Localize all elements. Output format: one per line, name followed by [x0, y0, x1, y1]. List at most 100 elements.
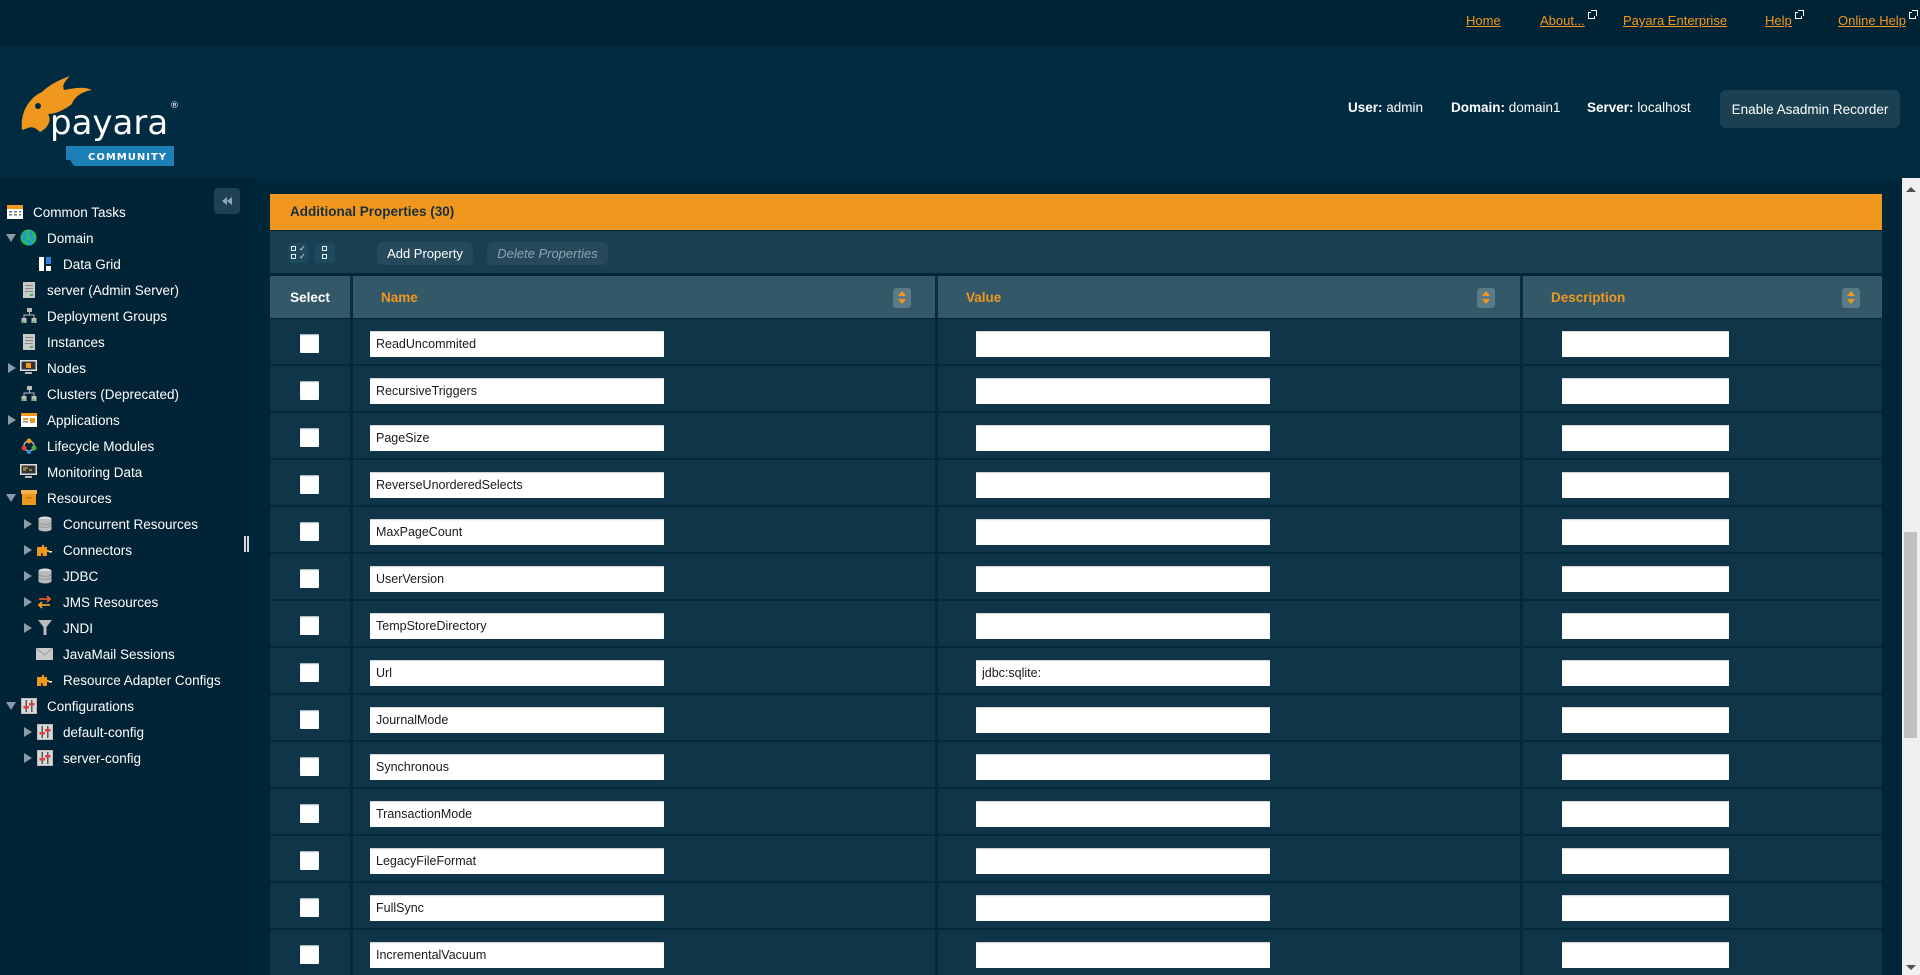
expand-triangle-right-icon[interactable]: [24, 597, 32, 607]
row-select-checkbox[interactable]: [300, 710, 319, 729]
sidebar-item-instances[interactable]: Instances: [0, 329, 250, 355]
sidebar-item-connectors[interactable]: Connectors: [0, 537, 250, 563]
property-value-input[interactable]: [976, 895, 1270, 921]
top-nav-link-home[interactable]: Home: [1466, 13, 1501, 28]
sidebar-item-domain[interactable]: Domain: [0, 225, 250, 251]
property-name-input[interactable]: [370, 707, 664, 733]
property-value-input[interactable]: [976, 942, 1270, 968]
property-description-input[interactable]: [1562, 519, 1729, 545]
scrollbar-thumb[interactable]: [1904, 532, 1917, 738]
property-description-input[interactable]: [1562, 895, 1729, 921]
property-value-input[interactable]: [976, 613, 1270, 639]
property-name-input[interactable]: [370, 613, 664, 639]
property-value-input[interactable]: [976, 331, 1270, 357]
page-scrollbar[interactable]: [1902, 178, 1920, 975]
top-nav-link-about[interactable]: About...: [1540, 13, 1585, 28]
property-description-input[interactable]: [1562, 472, 1729, 498]
sidebar-item-lifecycle-modules[interactable]: Lifecycle Modules: [0, 433, 250, 459]
top-nav-link-online-help[interactable]: Online Help: [1838, 13, 1906, 28]
enable-asadmin-recorder-button[interactable]: Enable Asadmin Recorder: [1720, 90, 1900, 128]
expand-triangle-right-icon[interactable]: [24, 727, 32, 737]
sidebar-item-monitoring-data[interactable]: Monitoring Data: [0, 459, 250, 485]
row-select-checkbox[interactable]: [300, 898, 319, 917]
row-select-checkbox[interactable]: [300, 428, 319, 447]
row-select-checkbox[interactable]: [300, 569, 319, 588]
property-name-input[interactable]: [370, 848, 664, 874]
property-value-input[interactable]: [976, 754, 1270, 780]
property-name-input[interactable]: [370, 425, 664, 451]
property-name-input[interactable]: [370, 331, 664, 357]
add-property-button[interactable]: Add Property: [377, 242, 473, 265]
property-name-input[interactable]: [370, 566, 664, 592]
property-name-input[interactable]: [370, 519, 664, 545]
sidebar-item-jms-resources[interactable]: JMS Resources: [0, 589, 250, 615]
property-value-input[interactable]: [976, 707, 1270, 733]
row-select-checkbox[interactable]: [300, 663, 319, 682]
row-select-checkbox[interactable]: [300, 616, 319, 635]
expand-triangle-down-icon[interactable]: [6, 494, 16, 502]
expand-triangle-right-icon[interactable]: [24, 753, 32, 763]
expand-triangle-down-icon[interactable]: [6, 234, 16, 242]
sidebar-item-server-config[interactable]: server-config: [0, 745, 250, 771]
delete-properties-button[interactable]: Delete Properties: [487, 242, 608, 265]
property-name-input[interactable]: [370, 801, 664, 827]
column-header-value[interactable]: Value: [938, 276, 1522, 318]
sort-name-button[interactable]: [893, 288, 911, 308]
expand-triangle-right-icon[interactable]: [24, 545, 32, 555]
property-description-input[interactable]: [1562, 566, 1729, 592]
sidebar-item-configurations[interactable]: Configurations: [0, 693, 250, 719]
sidebar-item-common-tasks[interactable]: Common Tasks: [0, 199, 250, 225]
property-description-input[interactable]: [1562, 613, 1729, 639]
expand-triangle-right-icon[interactable]: [8, 415, 16, 425]
top-nav-link-help[interactable]: Help: [1765, 13, 1792, 28]
payara-logo[interactable]: payara ® COMMUNITY: [18, 66, 188, 166]
sidebar-item-applications[interactable]: Applications: [0, 407, 250, 433]
property-name-input[interactable]: [370, 895, 664, 921]
sidebar-item-server-admin-server[interactable]: server (Admin Server): [0, 277, 250, 303]
property-value-input[interactable]: [976, 801, 1270, 827]
sort-value-button[interactable]: [1477, 288, 1495, 308]
property-value-input[interactable]: [976, 472, 1270, 498]
row-select-checkbox[interactable]: [300, 804, 319, 823]
property-description-input[interactable]: [1562, 848, 1729, 874]
expand-triangle-down-icon[interactable]: [6, 702, 16, 710]
column-header-name[interactable]: Name: [353, 276, 938, 318]
property-description-input[interactable]: [1562, 754, 1729, 780]
top-nav-link-payara-enterprise[interactable]: Payara Enterprise: [1623, 13, 1727, 28]
sidebar-item-javamail-sessions[interactable]: JavaMail Sessions: [0, 641, 250, 667]
property-name-input[interactable]: [370, 942, 664, 968]
property-value-input[interactable]: [976, 425, 1270, 451]
sidebar-item-data-grid[interactable]: Data Grid: [0, 251, 250, 277]
row-select-checkbox[interactable]: [300, 334, 319, 353]
property-name-input[interactable]: [370, 472, 664, 498]
expand-triangle-right-icon[interactable]: [24, 623, 32, 633]
property-description-input[interactable]: [1562, 378, 1729, 404]
property-description-input[interactable]: [1562, 942, 1729, 968]
property-description-input[interactable]: [1562, 425, 1729, 451]
property-value-input[interactable]: [976, 848, 1270, 874]
property-value-input[interactable]: [976, 519, 1270, 545]
sidebar-item-default-config[interactable]: default-config: [0, 719, 250, 745]
property-description-input[interactable]: [1562, 331, 1729, 357]
sidebar-item-resources[interactable]: Resources: [0, 485, 250, 511]
row-select-checkbox[interactable]: [300, 475, 319, 494]
sidebar-item-jndi[interactable]: JNDI: [0, 615, 250, 641]
scroll-down-arrow-icon[interactable]: [1906, 965, 1916, 970]
select-all-button[interactable]: ✓ ✓: [288, 243, 308, 263]
property-name-input[interactable]: [370, 378, 664, 404]
sidebar-item-resource-adapter-configs[interactable]: Resource Adapter Configs: [0, 667, 250, 693]
expand-triangle-right-icon[interactable]: [8, 363, 16, 373]
expand-triangle-right-icon[interactable]: [24, 519, 32, 529]
property-description-input[interactable]: [1562, 707, 1729, 733]
sidebar-item-concurrent-resources[interactable]: Concurrent Resources: [0, 511, 250, 537]
row-select-checkbox[interactable]: [300, 757, 319, 776]
property-name-input[interactable]: [370, 754, 664, 780]
property-name-input[interactable]: [370, 660, 664, 686]
row-select-checkbox[interactable]: [300, 381, 319, 400]
sidebar-item-nodes[interactable]: Nodes: [0, 355, 250, 381]
property-description-input[interactable]: [1562, 801, 1729, 827]
sidebar-item-deployment-groups[interactable]: Deployment Groups: [0, 303, 250, 329]
property-description-input[interactable]: [1562, 660, 1729, 686]
row-select-checkbox[interactable]: [300, 945, 319, 964]
sidebar-item-jdbc[interactable]: JDBC: [0, 563, 250, 589]
